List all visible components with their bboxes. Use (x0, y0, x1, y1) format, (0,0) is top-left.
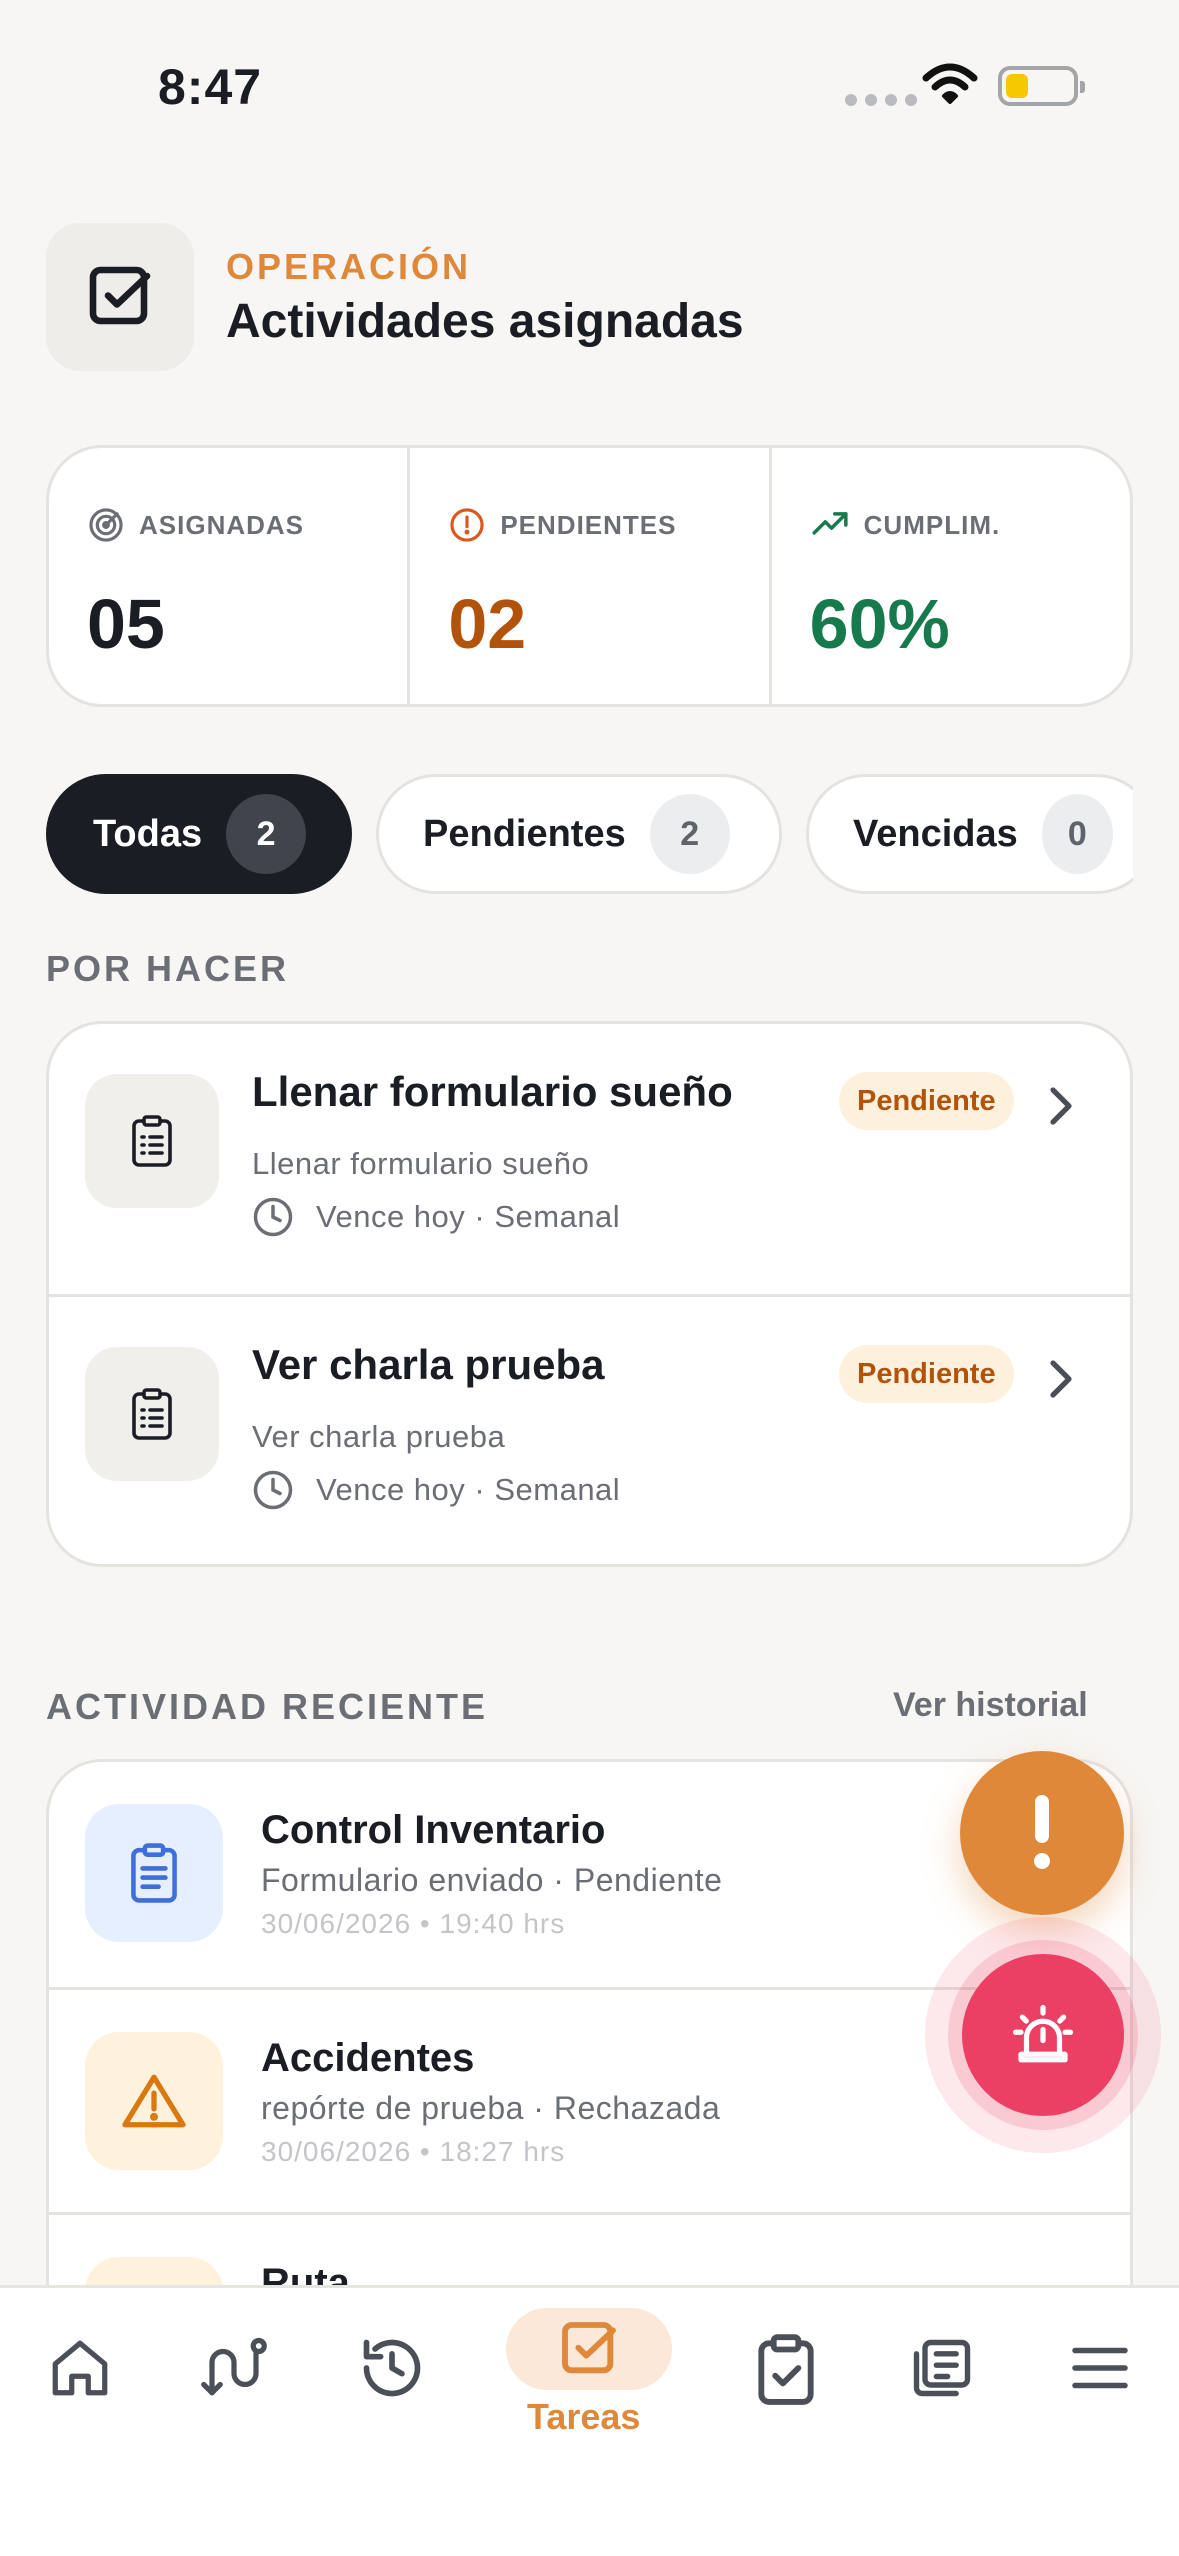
clipboard-check-icon (758, 2334, 814, 2405)
emergency-alarm-button[interactable] (962, 1954, 1124, 2116)
task-subtitle: Ver charla prueba (252, 1419, 506, 1454)
tab-count: 0 (1041, 794, 1113, 874)
stats-card: ASIGNADAS 05 PENDIENTES 02 CUMPLIM. 60% (46, 445, 1133, 707)
task-item[interactable]: Llenar formulario sueño Pendiente Llenar… (49, 1024, 1130, 1294)
clock-icon (253, 1197, 293, 1237)
clipboard-icon (85, 1347, 219, 1481)
status-badge: Pendiente (839, 1072, 1014, 1130)
recent-date: 30/06/2026 • 18:27 hrs (261, 2136, 566, 2167)
report-alert-button[interactable] (960, 1751, 1124, 1915)
recent-subtitle: repórte de prueba · Rechazada (261, 2090, 721, 2126)
task-title: Ver charla prueba (252, 1341, 605, 1388)
nav-history[interactable] (350, 2326, 434, 2410)
task-title: Llenar formulario sueño (252, 1068, 733, 1115)
tab-count: 2 (649, 794, 730, 874)
menu-icon (1072, 2347, 1128, 2389)
tab-label: Pendientes (423, 812, 626, 855)
stat-compliance: CUMPLIM. 60% (768, 448, 1130, 704)
tab-pending[interactable]: Pendientes 2 (376, 774, 782, 894)
status-time: 8:47 (158, 59, 263, 115)
section-eyebrow: OPERACIÓN (226, 246, 472, 287)
section-title-todo: POR HACER (46, 948, 290, 989)
task-meta: Vence hoy · Semanal (252, 1469, 620, 1511)
nav-tasks-label[interactable]: Tareas (527, 2396, 640, 2438)
recent-title: Control Inventario (261, 1808, 606, 1852)
trending-up-icon (812, 512, 848, 535)
chevron-right-icon (1050, 1087, 1072, 1125)
nav-routes[interactable] (192, 2326, 276, 2410)
task-item[interactable]: Ver charla prueba Pendiente Ver charla p… (49, 1294, 1130, 1564)
tab-overdue[interactable]: Vencidas 0 (806, 774, 1133, 894)
cellular-signal-icon (845, 94, 917, 106)
nav-home[interactable] (38, 2326, 122, 2410)
stat-assigned: ASIGNADAS 05 (49, 448, 407, 704)
recent-subtitle: Formulario enviado · Pendiente (261, 1862, 723, 1898)
route-icon (201, 2337, 267, 2396)
status-badge: Pendiente (839, 1345, 1014, 1403)
view-history-link[interactable]: Ver historial (893, 1686, 1088, 1725)
clock-icon (253, 1470, 293, 1510)
task-due: Vence hoy · Semanal (316, 1472, 621, 1507)
task-list: Llenar formulario sueño Pendiente Llenar… (46, 1021, 1133, 1567)
nav-checklists[interactable] (744, 2326, 828, 2410)
warning-triangle-icon (85, 2032, 223, 2170)
task-meta: Vence hoy · Semanal (252, 1196, 620, 1238)
siren-icon (1012, 2004, 1074, 2063)
target-icon (89, 508, 123, 542)
history-icon (363, 2339, 421, 2397)
news-icon (913, 2339, 971, 2397)
nav-news[interactable] (900, 2326, 984, 2410)
nav-menu[interactable] (1058, 2326, 1142, 2410)
stat-value: 02 (448, 585, 527, 663)
tab-count: 2 (226, 794, 307, 874)
tasks-icon (562, 2322, 616, 2374)
task-due: Vence hoy · Semanal (316, 1199, 621, 1234)
stat-pending: PENDIENTES 02 (407, 448, 768, 704)
stat-value: 60% (809, 585, 950, 663)
stat-value: 05 (87, 585, 165, 663)
chevron-right-icon (1050, 1360, 1072, 1398)
stat-label: ASIGNADAS (139, 509, 305, 540)
recent-date: 30/06/2026 • 19:40 hrs (261, 1908, 566, 1939)
tab-label: Todas (93, 812, 203, 855)
tab-label: Vencidas (853, 812, 1018, 855)
clipboard-icon (85, 1074, 219, 1208)
stat-label: PENDIENTES (500, 509, 677, 540)
stat-label: CUMPLIM. (863, 509, 1001, 540)
section-title-recent: ACTIVIDAD RECIENTE (46, 1686, 489, 1727)
wifi-icon (922, 63, 978, 104)
exclamation-icon (1034, 1795, 1050, 1869)
nav-tasks[interactable] (546, 2314, 632, 2384)
task-subtitle: Llenar formulario sueño (252, 1146, 590, 1181)
checkbox-icon (46, 223, 194, 371)
tab-all[interactable]: Todas 2 (46, 774, 352, 894)
page-title: Actividades asignadas (226, 295, 744, 348)
home-icon (52, 2340, 108, 2396)
recent-title: Accidentes (261, 2036, 475, 2080)
battery-icon (998, 66, 1085, 106)
alert-circle-icon (450, 508, 484, 542)
filter-tabs: Todas 2 Pendientes 2 Vencidas 0 (46, 774, 1133, 894)
clipboard-list-icon (85, 1804, 223, 1942)
